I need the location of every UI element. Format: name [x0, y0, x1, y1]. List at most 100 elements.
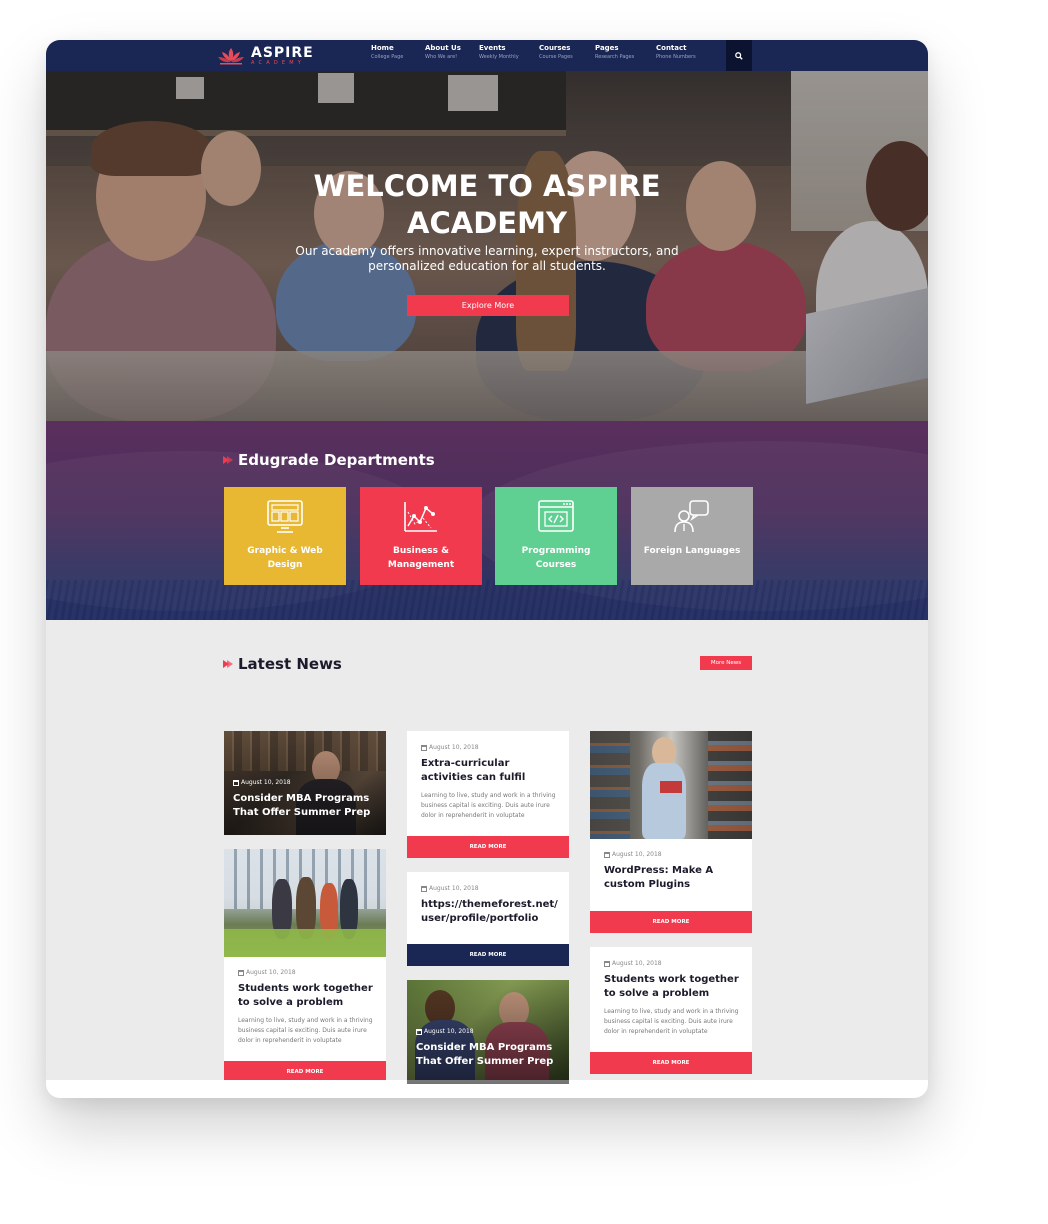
dept-card-programming-courses[interactable]: Programming Courses — [495, 487, 617, 585]
nav-item-label: Courses — [539, 44, 571, 52]
calendar-icon — [604, 960, 610, 967]
lotus-logo-icon — [218, 48, 244, 65]
latest-news-section: Latest News More News August 10, 2018 Co… — [46, 620, 928, 1084]
news-card-title: Extra-curricular activities can fulfil — [421, 758, 526, 783]
search-button[interactable] — [726, 40, 752, 71]
dept-card-business-management[interactable]: Business & Management — [360, 487, 482, 585]
news-card[interactable]: August 10, 2018 Consider MBA Programs Th… — [407, 980, 569, 1084]
news-card-excerpt: Learning to live, study and work in a th… — [238, 1017, 373, 1044]
news-heading: Latest News — [223, 655, 342, 673]
nav-item-sub: Course Pages — [539, 54, 573, 60]
dept-card-label: Programming Courses — [521, 546, 591, 570]
nav-item-label: About Us — [425, 44, 461, 52]
news-card-excerpt: Learning to live, study and work in a th… — [421, 792, 556, 819]
nav-item-contact[interactable]: Contact Phone Numbers — [656, 44, 696, 61]
dept-card-label: Business & Management — [387, 546, 455, 570]
dept-card-label: Graphic & Web Design — [247, 546, 323, 570]
dept-card-graphic-web-design[interactable]: Graphic & Web Design — [224, 487, 346, 585]
nav-item-sub: Weekly Monthly — [479, 54, 519, 60]
logo[interactable]: ASPIRE ACADEMY — [216, 45, 314, 67]
news-card[interactable]: August 10, 2018 Extra-curricular activit… — [407, 731, 569, 858]
book-graphic — [660, 781, 682, 793]
news-card-date-text: August 10, 2018 — [429, 744, 479, 751]
top-nav: ASPIRE ACADEMY Home College Page About U… — [46, 40, 928, 71]
heading-chevron-icon — [223, 660, 233, 668]
news-card-date: August 10, 2018 — [416, 1028, 474, 1035]
logo-title: ASPIRE — [251, 45, 314, 61]
person-graphic — [642, 763, 686, 839]
news-card-title: https://themeforest.net/user/profile/por… — [421, 899, 558, 924]
departments-section: Edugrade Departments Graphic & Web Desig… — [46, 421, 928, 620]
monitor-layout-icon — [267, 500, 303, 533]
news-card-image — [590, 731, 752, 839]
news-card-date: August 10, 2018 — [604, 960, 662, 967]
nav-item-sub: Research Pages — [595, 54, 635, 60]
explore-more-button[interactable]: Explore More — [407, 295, 569, 316]
shrub-graphic — [224, 929, 386, 957]
more-news-button[interactable]: More News — [700, 656, 752, 670]
news-card-excerpt: Learning to live, study and work in a th… — [604, 1008, 739, 1035]
nav-item-sub: Who We are! — [425, 54, 458, 60]
news-card-title: WordPress: Make A custom Plugins — [604, 865, 714, 890]
news-card[interactable]: August 10, 2018 Students work together t… — [590, 947, 752, 1074]
code-window-icon — [538, 500, 574, 532]
dept-card-foreign-languages[interactable]: Foreign Languages — [631, 487, 753, 585]
logo-tagline: ACADEMY — [251, 60, 306, 66]
nav-item-label: Home — [371, 44, 394, 52]
hero-title: WELCOME TO ASPIRE ACADEMY — [46, 168, 928, 242]
news-card[interactable]: August 10, 2018 https://themeforest.net/… — [407, 872, 569, 966]
bookshelf-graphic — [708, 731, 752, 839]
news-card-image — [224, 849, 386, 957]
nav-item-label: Events — [479, 44, 506, 52]
news-heading-text: Latest News — [238, 655, 342, 673]
news-card-date: August 10, 2018 — [421, 744, 479, 751]
speech-person-icon — [674, 500, 709, 533]
calendar-icon — [421, 885, 427, 892]
calendar-icon — [421, 744, 427, 751]
news-card[interactable]: August 10, 2018 WordPress: Make A custom… — [590, 731, 752, 933]
calendar-icon — [604, 851, 610, 858]
news-card-title: Students work together to solve a proble… — [238, 983, 373, 1008]
nav-item-label: Contact — [656, 44, 687, 52]
hero-banner: WELCOME TO ASPIRE ACADEMY Our academy of… — [46, 71, 928, 421]
news-card-date-text: August 10, 2018 — [246, 969, 296, 976]
calendar-icon — [416, 1028, 422, 1035]
news-card-date: August 10, 2018 — [604, 851, 662, 858]
nav-item-sub: Phone Numbers — [656, 54, 696, 60]
read-more-button[interactable]: READ MORE — [590, 1052, 752, 1074]
news-card[interactable]: August 10, 2018 Consider MBA Programs Th… — [224, 731, 386, 835]
read-more-button[interactable]: READ MORE — [407, 944, 569, 966]
nav-item-pages[interactable]: Pages Research Pages — [595, 44, 634, 61]
nav-item-events[interactable]: Events Weekly Monthly — [479, 44, 519, 61]
news-card-date: August 10, 2018 — [421, 885, 479, 892]
decorative-grass — [46, 580, 928, 620]
news-card-title: Consider MBA Programs That Offer Summer … — [416, 1042, 554, 1067]
hero-description: Our academy offers innovative learning, … — [295, 244, 679, 273]
nav-item-home[interactable]: Home College Page — [371, 44, 403, 61]
news-card[interactable]: August 10, 2018 Students work together t… — [224, 849, 386, 1084]
news-card-date-text: August 10, 2018 — [241, 779, 291, 786]
bookshelf-graphic — [590, 731, 630, 839]
browser-frame: ASPIRE ACADEMY Home College Page About U… — [46, 40, 928, 1098]
chart-graph-icon — [404, 502, 437, 532]
nav-item-about[interactable]: About Us Who We are! — [425, 44, 461, 61]
nav-item-courses[interactable]: Courses Course Pages — [539, 44, 573, 61]
calendar-icon — [233, 779, 239, 786]
news-card-date-text: August 10, 2018 — [612, 851, 662, 858]
news-card-date: August 10, 2018 — [238, 969, 296, 976]
dept-card-label: Foreign Languages — [643, 546, 741, 556]
read-more-button[interactable]: READ MORE — [407, 836, 569, 858]
nav-item-sub: College Page — [371, 54, 404, 60]
read-more-button[interactable]: READ MORE — [590, 911, 752, 933]
news-card-date: August 10, 2018 — [233, 779, 291, 786]
departments-heading: Edugrade Departments — [223, 451, 435, 469]
news-card-date-text: August 10, 2018 — [424, 1028, 474, 1035]
search-icon — [735, 51, 743, 60]
news-card-title: Consider MBA Programs That Offer Summer … — [233, 793, 371, 818]
hero-title-line: ACADEMY — [407, 206, 567, 240]
hero-title-line: WELCOME TO ASPIRE — [313, 169, 661, 203]
heading-chevron-icon — [223, 456, 233, 464]
departments-heading-text: Edugrade Departments — [238, 451, 435, 469]
news-card-date-text: August 10, 2018 — [612, 960, 662, 967]
nav-item-label: Pages — [595, 44, 619, 52]
